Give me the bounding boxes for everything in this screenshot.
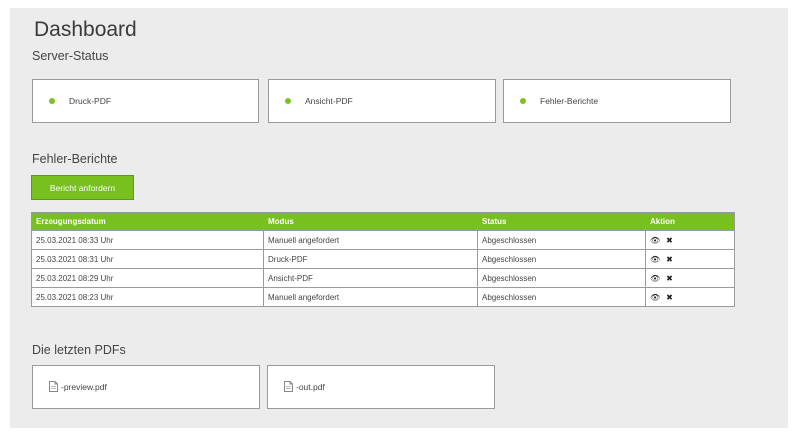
table-header-row: Erzeugungsdatum Modus Status Aktion — [31, 212, 735, 231]
column-header-action: Aktion — [645, 212, 735, 231]
column-header-status[interactable]: Status — [477, 212, 646, 231]
column-header-mode[interactable]: Modus — [263, 212, 478, 231]
delete-icon[interactable]: ✖ — [666, 293, 673, 302]
server-status-card-ansicht-pdf: Ansicht-PDF — [268, 79, 496, 123]
table-row: 25.03.2021 08:33 Uhr Manuell angefordert… — [31, 230, 735, 250]
cell-status: Abgeschlossen — [477, 287, 646, 307]
cell-mode: Manuell angefordert — [263, 230, 478, 250]
server-status-label: Ansicht-PDF — [305, 96, 353, 106]
recent-pdf-card[interactable]: -preview.pdf — [32, 365, 260, 409]
server-status-heading: Server-Status — [32, 49, 109, 63]
server-status-label: Fehler-Berichte — [540, 96, 599, 106]
cell-actions: 👁 ✖ — [645, 287, 735, 307]
view-icon[interactable]: 👁 — [650, 274, 660, 283]
view-icon[interactable]: 👁 — [650, 255, 660, 264]
file-icon — [49, 380, 58, 394]
cell-status: Abgeschlossen — [477, 230, 646, 250]
error-reports-table: Erzeugungsdatum Modus Status Aktion 25.0… — [31, 212, 735, 307]
page-title: Dashboard — [34, 18, 137, 41]
cell-actions: 👁 ✖ — [645, 268, 735, 288]
view-icon[interactable]: 👁 — [650, 293, 660, 302]
dashboard-panel: Dashboard Server-Status Druck-PDF Ansich… — [10, 8, 788, 428]
cell-status: Abgeschlossen — [477, 268, 646, 288]
view-icon[interactable]: 👁 — [650, 236, 660, 245]
status-ok-icon — [49, 98, 55, 104]
recent-pdf-filename: -out.pdf — [296, 382, 325, 392]
cell-mode: Druck-PDF — [263, 249, 478, 269]
cell-date: 25.03.2021 08:33 Uhr — [31, 230, 264, 250]
delete-icon[interactable]: ✖ — [666, 274, 673, 283]
status-ok-icon — [285, 98, 291, 104]
recent-pdfs-heading: Die letzten PDFs — [32, 343, 126, 357]
cell-status: Abgeschlossen — [477, 249, 646, 269]
server-status-card-druck-pdf: Druck-PDF — [32, 79, 259, 123]
server-status-label: Druck-PDF — [69, 96, 112, 106]
status-ok-icon — [520, 98, 526, 104]
cell-date: 25.03.2021 08:31 Uhr — [31, 249, 264, 269]
cell-date: 25.03.2021 08:29 Uhr — [31, 268, 264, 288]
recent-pdf-card[interactable]: -out.pdf — [267, 365, 495, 409]
recent-pdf-filename: -preview.pdf — [61, 382, 107, 392]
cell-mode: Manuell angefordert — [263, 287, 478, 307]
file-icon — [284, 380, 293, 394]
delete-icon[interactable]: ✖ — [666, 255, 673, 264]
table-row: 25.03.2021 08:29 Uhr Ansicht-PDF Abgesch… — [31, 268, 735, 288]
column-header-date[interactable]: Erzeugungsdatum — [31, 212, 264, 231]
cell-date: 25.03.2021 08:23 Uhr — [31, 287, 264, 307]
cell-actions: 👁 ✖ — [645, 230, 735, 250]
request-report-button[interactable]: Bericht anfordern — [31, 175, 134, 200]
delete-icon[interactable]: ✖ — [666, 236, 673, 245]
table-row: 25.03.2021 08:31 Uhr Druck-PDF Abgeschlo… — [31, 249, 735, 269]
error-reports-heading: Fehler-Berichte — [32, 152, 118, 166]
cell-actions: 👁 ✖ — [645, 249, 735, 269]
server-status-card-fehler-berichte: Fehler-Berichte — [503, 79, 731, 123]
table-row: 25.03.2021 08:23 Uhr Manuell angefordert… — [31, 287, 735, 307]
cell-mode: Ansicht-PDF — [263, 268, 478, 288]
